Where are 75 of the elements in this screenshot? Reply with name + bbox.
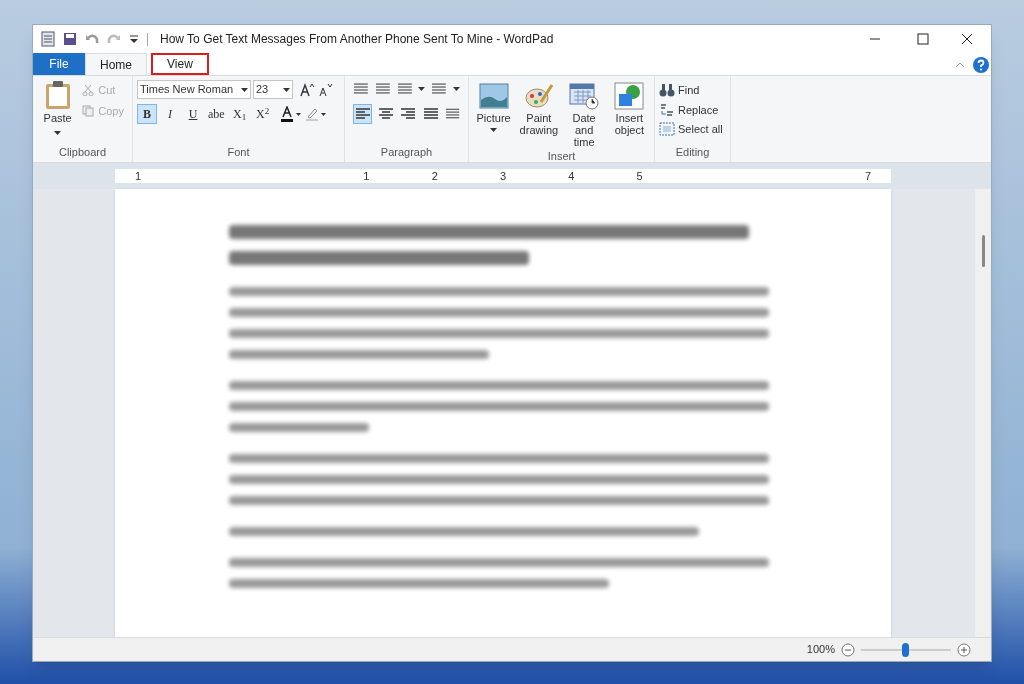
font-family-dropdown[interactable]: Times New Roman — [137, 80, 251, 99]
group-label: Editing — [674, 144, 711, 160]
ruler-number: 3 — [499, 168, 507, 184]
vertical-scrollbar[interactable] — [975, 189, 991, 637]
format-button[interactable]: I — [160, 104, 180, 124]
maximize-icon[interactable] — [917, 33, 929, 45]
ruler-number: 1 — [363, 168, 370, 184]
align-right-icon — [400, 107, 417, 121]
zoom-slider[interactable] — [861, 642, 951, 657]
editing-button[interactable]: Find — [659, 82, 726, 99]
zoom-out-icon[interactable] — [841, 642, 855, 657]
insert-button[interactable]: Date and time — [563, 82, 605, 148]
format-button[interactable]: B — [137, 104, 157, 124]
increase-indent-icon — [374, 82, 391, 96]
landscape-picture-icon — [478, 82, 509, 110]
zoom-in-icon[interactable] — [957, 642, 971, 657]
scissors-icon — [82, 84, 95, 97]
window-title: How To Get Text Messages From Another Phone Sent To Mine - WordPad — [160, 31, 554, 48]
customize-dropdown-icon[interactable] — [129, 34, 139, 44]
line-spacing-icon — [431, 82, 448, 96]
collapse-ribbon-icon[interactable] — [955, 61, 965, 69]
undo-icon[interactable] — [85, 32, 99, 46]
align-button[interactable] — [353, 104, 373, 124]
caret-icon[interactable] — [418, 87, 426, 91]
caret-icon[interactable] — [241, 87, 248, 92]
zoom-slider-thumb[interactable] — [902, 642, 909, 657]
format-button[interactable]: X$^{2}$ — [252, 104, 273, 124]
group-label: Font — [226, 144, 251, 160]
highlighter-icon[interactable] — [304, 106, 327, 122]
ribbon-tab[interactable]: Home — [85, 53, 147, 75]
palette-brush-icon — [523, 82, 554, 110]
format-button[interactable]: U — [183, 104, 203, 124]
ruler-number: 7 — [864, 168, 871, 184]
replace-icon — [659, 102, 675, 117]
editing-button[interactable]: Select all — [659, 121, 726, 138]
insert-button[interactable]: Picture — [473, 82, 515, 148]
bullet-list-icon — [396, 82, 413, 96]
font-color-icon[interactable] — [279, 106, 302, 122]
ruler-number: 2 — [431, 168, 438, 184]
font-size-dropdown[interactable]: 23 — [253, 80, 293, 99]
format-button[interactable]: abe — [206, 104, 227, 124]
ribbon-tab[interactable]: View — [151, 53, 209, 75]
group-label: Clipboard — [57, 144, 108, 160]
align-center-icon — [377, 107, 394, 121]
caret-icon[interactable] — [54, 130, 62, 135]
editing-button[interactable]: Replace — [659, 101, 726, 118]
ruler-number: 5 — [636, 168, 643, 184]
align-left-icon — [354, 107, 371, 121]
ruler-number: 4 — [568, 168, 575, 184]
select-all-icon — [659, 122, 675, 137]
paste-button[interactable]: Paste — [41, 80, 75, 144]
zoom-percent: 100% — [806, 642, 835, 658]
binoculars-icon — [659, 83, 675, 98]
ruler-number: 1 — [135, 168, 142, 184]
caret-icon[interactable] — [490, 128, 498, 132]
insert-button[interactable]: Paint drawing — [518, 82, 560, 148]
document-icon — [41, 31, 55, 47]
paragraph-icon — [444, 107, 460, 121]
caret-icon[interactable] — [283, 87, 290, 92]
caret-icon[interactable] — [453, 87, 460, 91]
insert-button[interactable]: Insert object — [608, 82, 650, 148]
calendar-clock-icon — [569, 82, 600, 110]
help-icon[interactable] — [973, 57, 989, 73]
format-button[interactable]: X$_{1}$ — [229, 104, 250, 124]
group-label: Insert — [546, 149, 577, 164]
file-tab[interactable]: File — [33, 53, 85, 75]
group-label: Paragraph — [379, 144, 434, 160]
clipboard-icon — [43, 80, 72, 110]
close-icon[interactable] — [961, 33, 973, 45]
grow-font-icon[interactable] — [299, 82, 315, 97]
copy-icon — [82, 104, 95, 117]
save-icon[interactable] — [63, 32, 77, 46]
shrink-font-icon[interactable] — [317, 82, 333, 97]
decrease-indent-icon — [353, 82, 369, 96]
justify-icon — [423, 107, 440, 121]
